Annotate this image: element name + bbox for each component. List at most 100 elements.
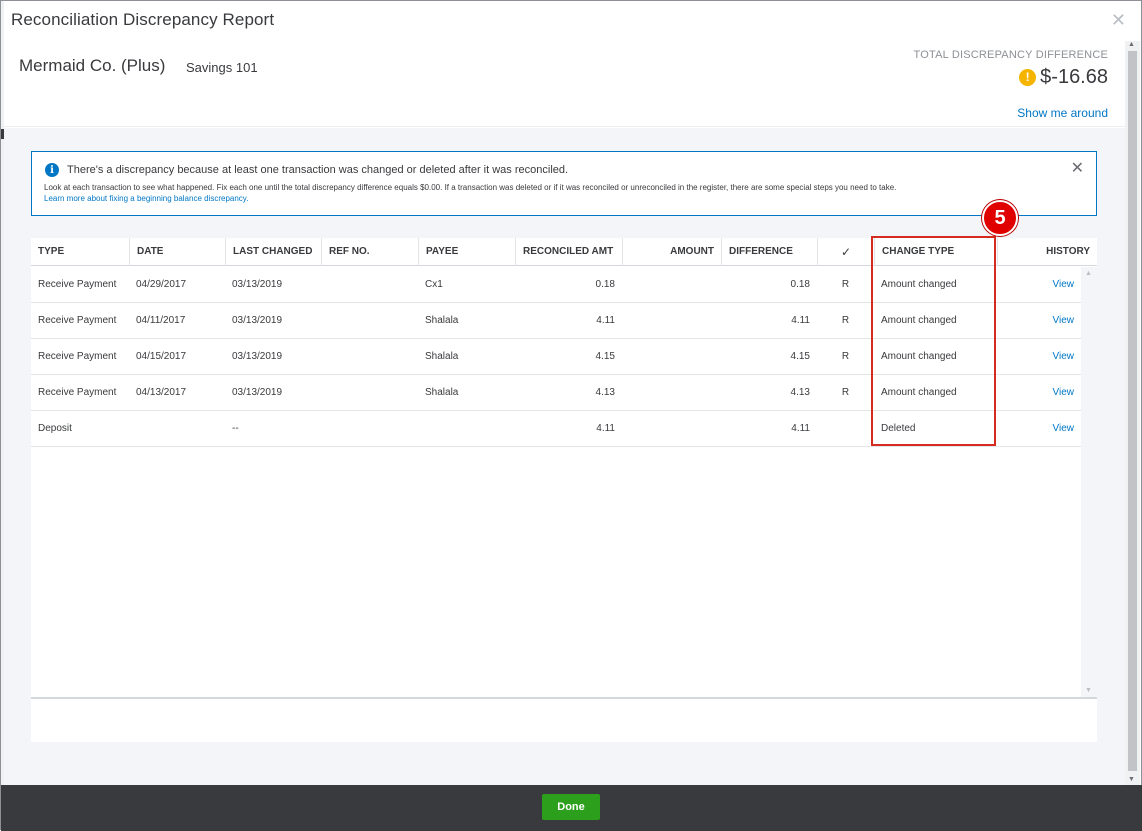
cell-ref-no <box>321 411 418 447</box>
cell-payee <box>418 411 515 447</box>
cell-change-type: Amount changed <box>881 387 957 398</box>
view-history-link[interactable]: View <box>997 267 1081 303</box>
cell-amount <box>622 411 721 447</box>
view-history-link[interactable]: View <box>997 375 1081 411</box>
cell-type: Receive Payment <box>38 315 117 326</box>
column-header-check[interactable]: ✓ <box>817 238 874 266</box>
window-title: Reconciliation Discrepancy Report <box>11 10 275 29</box>
cell-reconciled-amt: 4.11 <box>596 315 615 326</box>
title-bar: Reconciliation Discrepancy Report ✕ <box>4 1 1140 41</box>
close-banner-icon[interactable]: ✕ <box>1071 158 1084 178</box>
column-header-ref-no[interactable]: REF NO. <box>321 238 418 266</box>
table-footer <box>31 697 1097 742</box>
column-header-amount[interactable]: AMOUNT <box>622 238 721 266</box>
info-banner-description: Look at each transaction to see what hap… <box>44 183 897 192</box>
cell-last-changed: 03/13/2019 <box>232 351 283 362</box>
company-name: Mermaid Co. (Plus) <box>19 56 166 75</box>
table-scroll-down-icon[interactable]: ▼ <box>1085 687 1092 694</box>
window-scroll-thumb[interactable] <box>1128 51 1137 771</box>
cell-amount <box>622 303 721 339</box>
cell-status: R <box>841 387 850 398</box>
cell-last-changed: 03/13/2019 <box>232 387 283 398</box>
table-row[interactable]: Receive Payment 04/15/2017 03/13/2019 Sh… <box>31 339 1081 375</box>
cell-reconciled-amt: 4.15 <box>595 351 615 362</box>
discrepancy-report-window: Reconciliation Discrepancy Report ✕ Merm… <box>0 0 1142 831</box>
cell-change-type: Amount changed <box>881 351 957 362</box>
cell-reconciled-amt: 4.13 <box>595 387 615 398</box>
cell-payee: Shalala <box>425 387 459 398</box>
cell-ref-no <box>321 267 418 303</box>
show-me-around-link[interactable]: Show me around <box>1017 106 1108 120</box>
table-scrollbar[interactable]: ▲ ▼ <box>1081 267 1097 697</box>
cell-type: Receive Payment <box>38 351 117 362</box>
cell-last-changed: 03/13/2019 <box>232 315 283 326</box>
column-header-difference[interactable]: DIFFERENCE <box>721 238 817 266</box>
window-scrollbar[interactable]: ▲ ▼ <box>1125 41 1140 785</box>
cell-date: 04/15/2017 <box>136 351 187 362</box>
account-name: Savings 101 <box>186 60 258 75</box>
cell-date <box>129 411 225 447</box>
info-banner-title: There's a discrepancy because at least o… <box>67 164 569 176</box>
cell-change-type: Amount changed <box>881 315 957 326</box>
step-number-badge: 5 <box>982 200 1018 236</box>
cell-amount <box>622 375 721 411</box>
column-header-date[interactable]: DATE <box>129 238 225 266</box>
cell-status <box>817 411 874 447</box>
scroll-down-arrow-icon[interactable]: ▼ <box>1128 776 1135 783</box>
cell-type: Receive Payment <box>38 279 117 290</box>
column-header-change-type[interactable]: CHANGE TYPE <box>874 238 997 266</box>
table-header: TYPE DATE LAST CHANGED REF NO. PAYEE REC… <box>31 238 1097 266</box>
cell-payee: Cx1 <box>425 279 443 290</box>
learn-more-link[interactable]: Learn more about fixing a beginning bala… <box>44 194 248 203</box>
info-icon: i <box>45 163 59 177</box>
discrepancy-amount-row: ! $-16.68 <box>1019 66 1108 89</box>
done-button[interactable]: Done <box>542 794 600 820</box>
table-row[interactable]: Receive Payment 04/29/2017 03/13/2019 Cx… <box>31 267 1081 303</box>
cell-ref-no <box>321 339 418 375</box>
cell-difference: 4.15 <box>790 351 810 362</box>
discrepancy-info-banner: i There's a discrepancy because at least… <box>31 151 1097 216</box>
cell-last-changed: 03/13/2019 <box>232 279 283 290</box>
column-header-last-changed[interactable]: LAST CHANGED <box>225 238 321 266</box>
cell-date: 04/13/2017 <box>136 387 187 398</box>
cell-amount <box>622 267 721 303</box>
cell-last-changed: -- <box>232 423 239 434</box>
table-row[interactable]: Deposit -- 4.11 4.11 Deleted View <box>31 411 1081 447</box>
footer-bar: Done <box>1 785 1142 831</box>
scroll-up-arrow-icon[interactable]: ▲ <box>1128 41 1135 48</box>
cell-change-type: Amount changed <box>881 279 957 290</box>
view-history-link[interactable]: View <box>997 303 1081 339</box>
table-scroll-up-icon[interactable]: ▲ <box>1085 270 1092 277</box>
view-history-link[interactable]: View <box>997 411 1081 447</box>
table-row[interactable]: Receive Payment 04/11/2017 03/13/2019 Sh… <box>31 303 1081 339</box>
column-header-type[interactable]: TYPE <box>31 238 129 266</box>
cell-status: R <box>841 315 850 326</box>
cell-type: Deposit <box>38 423 72 434</box>
close-icon[interactable]: ✕ <box>1111 11 1126 29</box>
cell-reconciled-amt: 0.18 <box>595 279 615 290</box>
cell-status: R <box>841 279 850 290</box>
cell-type: Receive Payment <box>38 387 117 398</box>
column-header-payee[interactable]: PAYEE <box>418 238 515 266</box>
cell-difference: 0.18 <box>790 279 810 290</box>
cell-change-type: Deleted <box>881 423 916 434</box>
cell-payee: Shalala <box>425 315 459 326</box>
report-body: i There's a discrepancy because at least… <box>4 128 1125 785</box>
exclamation-circle-icon: ! <box>1019 69 1037 86</box>
cell-difference: 4.11 <box>791 423 810 434</box>
discrepancy-amount: $-16.68 <box>1040 66 1108 88</box>
column-header-history: HISTORY <box>997 238 1097 266</box>
discrepancy-label: TOTAL DISCREPANCY DIFFERENCE <box>913 49 1108 61</box>
cell-status: R <box>841 351 850 362</box>
column-header-reconciled-amt[interactable]: RECONCILED AMT <box>515 238 622 266</box>
cell-reconciled-amt: 4.11 <box>596 423 615 434</box>
cell-difference: 4.13 <box>790 387 810 398</box>
cell-payee: Shalala <box>425 351 459 362</box>
cell-date: 04/29/2017 <box>136 279 187 290</box>
discrepancy-table: TYPE DATE LAST CHANGED REF NO. PAYEE REC… <box>31 238 1097 742</box>
cell-amount <box>622 339 721 375</box>
table-row[interactable]: Receive Payment 04/13/2017 03/13/2019 Sh… <box>31 375 1081 411</box>
view-history-link[interactable]: View <box>997 339 1081 375</box>
cell-date: 04/11/2017 <box>136 315 186 326</box>
cell-difference: 4.11 <box>791 315 810 326</box>
